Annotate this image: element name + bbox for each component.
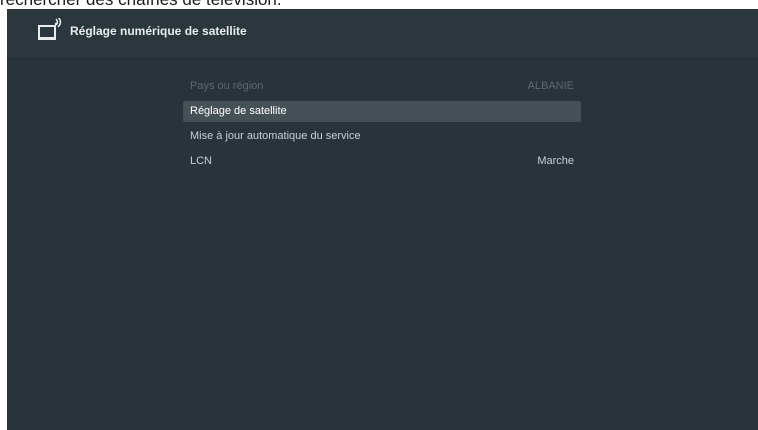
menu-item-lcn[interactable]: LCN Marche: [183, 151, 581, 172]
menu-item-value: Marche: [537, 155, 574, 167]
menu-item-country: Pays ou région ALBANIE: [183, 76, 581, 97]
tv-settings-screen: Réglage numérique de satellite Pays ou r…: [7, 9, 758, 430]
menu-item-value: ALBANIE: [527, 80, 574, 92]
menu-item-label: Pays ou région: [190, 80, 264, 92]
header-bar: Réglage numérique de satellite: [7, 9, 758, 59]
menu-item-label: Mise à jour automatique du service: [190, 130, 361, 142]
document-caption: rechercher des chaînes de télévision.: [0, 0, 758, 9]
menu-item-satellite-tuning[interactable]: Réglage de satellite: [183, 101, 581, 122]
page-title: Réglage numérique de satellite: [70, 24, 247, 38]
settings-menu: Pays ou région ALBANIE Réglage de satell…: [183, 76, 581, 176]
menu-item-label: LCN: [190, 155, 213, 167]
menu-item-auto-service-update[interactable]: Mise à jour automatique du service: [183, 126, 581, 147]
tv-antenna-icon: [38, 18, 62, 40]
menu-item-label: Réglage de satellite: [190, 105, 287, 117]
